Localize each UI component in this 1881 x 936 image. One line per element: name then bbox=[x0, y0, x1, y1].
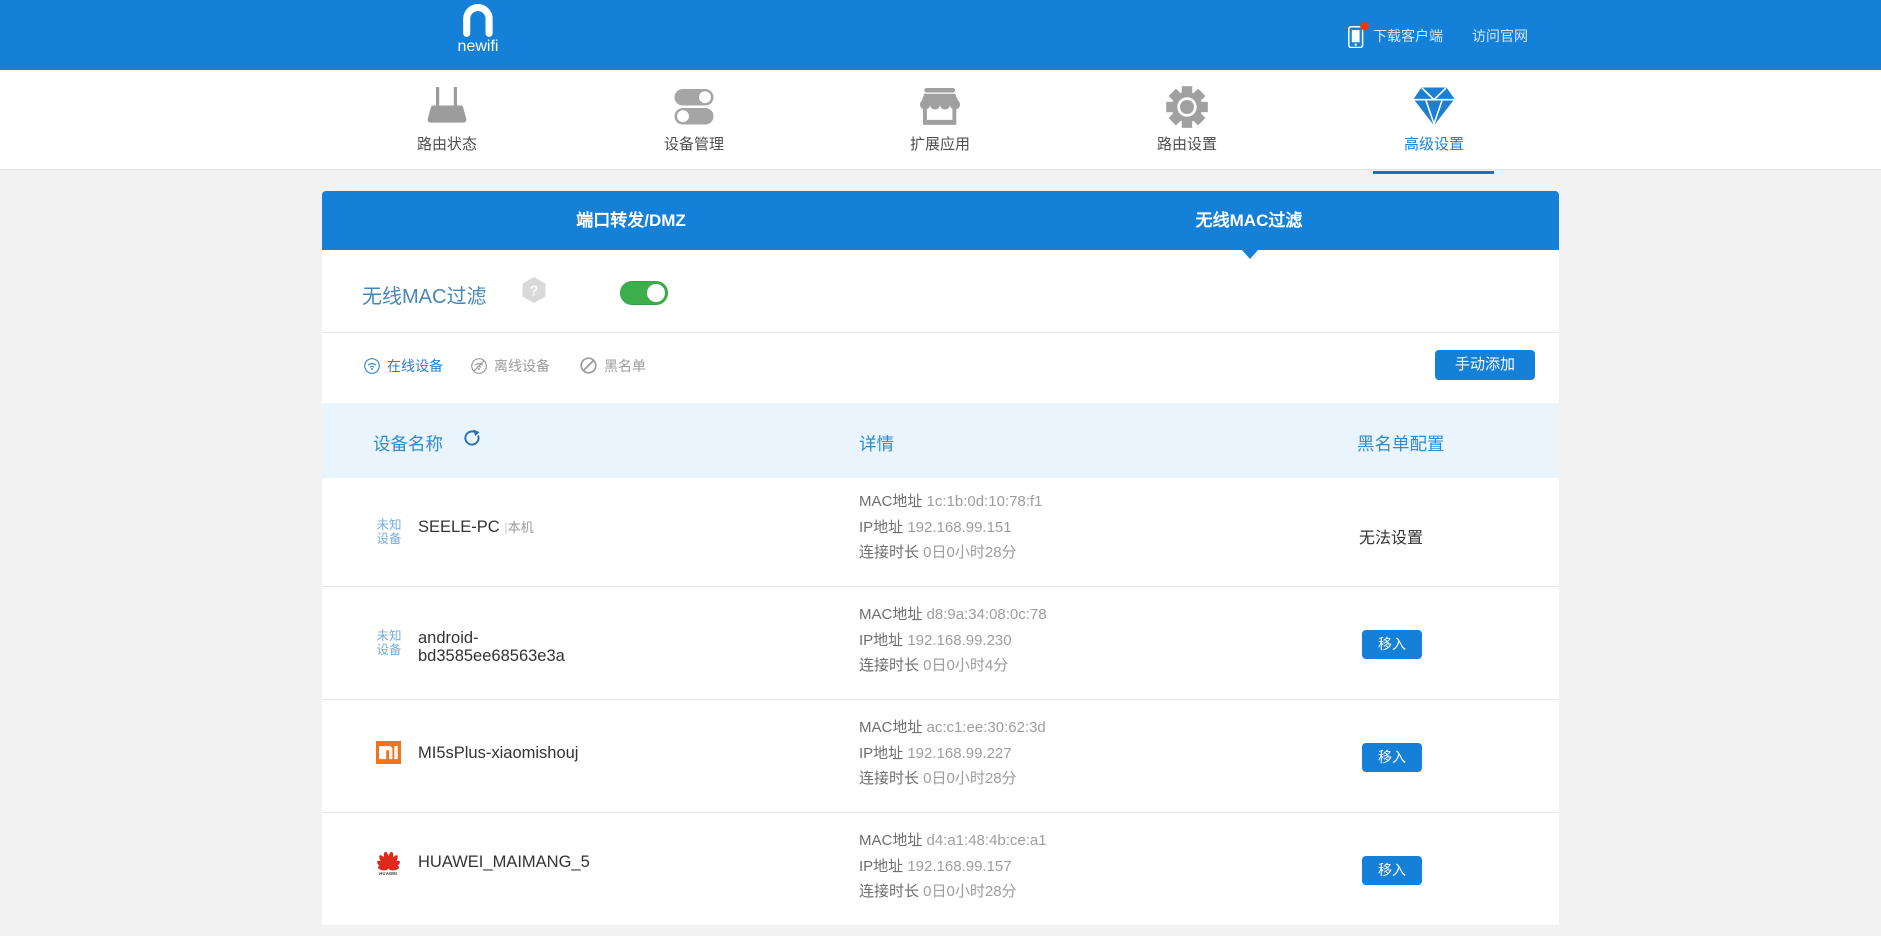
svg-text:?: ? bbox=[529, 283, 538, 300]
svg-text:HUAWEI: HUAWEI bbox=[379, 871, 398, 876]
